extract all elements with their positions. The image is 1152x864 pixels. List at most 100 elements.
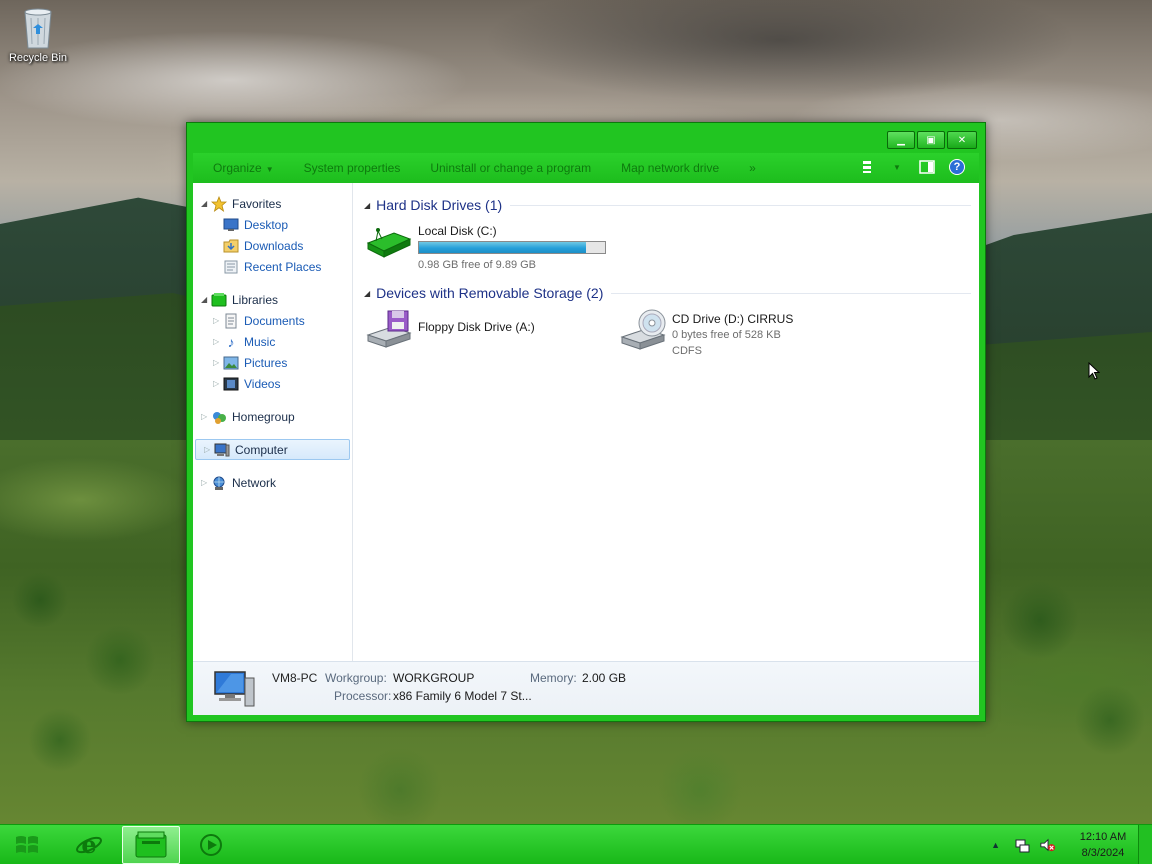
window-controls: ▁ ▣ ✕: [887, 131, 977, 149]
system-tray: ▲ 12:10 AM 8/3/2024: [991, 825, 1134, 864]
downloads-folder-icon: [223, 238, 239, 254]
hard-disk-drives-header[interactable]: ◢ Hard Disk Drives (1): [364, 195, 971, 215]
local-disk-c[interactable]: Local Disk (C:) 0.98 GB free of 9.89 GB: [364, 221, 618, 273]
floppy-drive-a[interactable]: Floppy Disk Drive (A:): [364, 309, 618, 359]
navigation-pane: ◢ Favorites Desktop Downloads Recent Pla…: [193, 183, 353, 661]
svg-text:e: e: [81, 830, 96, 859]
drive-name: Floppy Disk Drive (A:): [418, 320, 535, 334]
maximize-button[interactable]: ▣: [917, 131, 945, 149]
nav-item-downloads[interactable]: Downloads: [193, 235, 352, 256]
group-divider: [510, 204, 971, 206]
start-button[interactable]: [6, 829, 48, 861]
collapse-arrow-icon[interactable]: ◢: [364, 289, 370, 298]
taskbar-windows-explorer[interactable]: [122, 826, 180, 864]
expand-arrow-icon[interactable]: ▷: [201, 412, 211, 421]
show-hidden-icons-button[interactable]: ▲: [991, 840, 1000, 850]
volume-muted-icon[interactable]: [1040, 837, 1056, 853]
clock-date: 8/3/2024: [1081, 847, 1125, 859]
nav-item-desktop[interactable]: Desktop: [193, 214, 352, 235]
nav-item-label: Desktop: [244, 217, 289, 232]
nav-network[interactable]: ▷ Network: [193, 472, 352, 493]
expand-arrow-icon[interactable]: ▷: [213, 316, 223, 325]
cd-drive-icon: [618, 309, 668, 350]
nav-item-label: Recent Places: [244, 259, 322, 274]
removable-list: Floppy Disk Drive (A:) CD Drive (D:) CIR…: [364, 309, 971, 359]
nav-item-pictures[interactable]: ▷ Pictures: [193, 352, 352, 373]
system-properties-button[interactable]: System properties: [304, 161, 401, 175]
close-icon: ✕: [957, 134, 967, 146]
nav-item-music[interactable]: ▷ ♪ Music: [193, 331, 352, 352]
nav-item-label: Documents: [244, 313, 305, 328]
removable-storage-header[interactable]: ◢ Devices with Removable Storage (2): [364, 283, 971, 303]
expand-arrow-icon[interactable]: ▷: [213, 337, 223, 346]
nav-item-label: Pictures: [244, 355, 288, 370]
drive-name: Local Disk (C:): [418, 224, 497, 238]
videos-icon: [223, 376, 239, 392]
minimize-button[interactable]: ▁: [887, 131, 915, 149]
network-icon: [211, 475, 227, 491]
organize-button[interactable]: Organize ▼: [213, 161, 274, 175]
nav-item-documents[interactable]: ▷ Documents: [193, 310, 352, 331]
help-icon: ?: [953, 161, 961, 173]
recent-places-icon: [223, 259, 239, 275]
homegroup-icon: [211, 409, 227, 425]
collapse-arrow-icon[interactable]: ◢: [364, 201, 370, 210]
taskbar-internet-explorer[interactable]: e: [60, 826, 118, 864]
view-controls: ▼ ?: [859, 159, 965, 175]
recycle-bin-desktop-icon[interactable]: Recycle Bin: [6, 6, 70, 76]
documents-icon: [223, 313, 239, 329]
change-view-button[interactable]: [859, 159, 875, 175]
nav-network-group: ▷ Network: [193, 472, 352, 493]
clock-time: 12:10 AM: [1079, 831, 1127, 843]
maximize-icon: ▣: [926, 134, 936, 146]
organize-label: Organize: [213, 161, 262, 175]
window-titlebar[interactable]: ▁ ▣ ✕: [187, 123, 985, 153]
nav-homegroup[interactable]: ▷ Homegroup: [193, 406, 352, 427]
expand-arrow-icon[interactable]: ▷: [213, 379, 223, 388]
nav-computer[interactable]: ▷ Computer: [195, 439, 350, 460]
memory-value: 2.00 GB: [582, 671, 627, 685]
view-options-dropdown[interactable]: ▼: [889, 159, 905, 175]
cd-drive-d[interactable]: CD Drive (D:) CIRRUS 0 bytes free of 528…: [618, 309, 872, 359]
collapse-arrow-icon[interactable]: ◢: [201, 295, 211, 304]
drive-free-space: 0.98 GB free of 9.89 GB: [418, 259, 537, 271]
nav-item-recent-places[interactable]: Recent Places: [193, 256, 352, 277]
nav-homegroup-group: ▷ Homegroup: [193, 406, 352, 427]
hard-disk-drives-label: Hard Disk Drives (1): [376, 197, 503, 213]
expand-arrow-icon[interactable]: ▷: [213, 358, 223, 367]
expand-arrow-icon[interactable]: ▷: [204, 445, 214, 454]
close-button[interactable]: ✕: [947, 131, 977, 149]
nav-item-label: Videos: [244, 376, 281, 391]
taskbar-media-player[interactable]: [182, 826, 240, 864]
expand-arrow-icon[interactable]: ▷: [201, 478, 211, 487]
nav-favorites[interactable]: ◢ Favorites: [193, 193, 352, 214]
network-tray-icon[interactable]: [1014, 837, 1030, 853]
details-pane: VM8-PC Workgroup: WORKGROUP Memory: 2.00…: [193, 661, 979, 715]
map-network-drive-button[interactable]: Map network drive: [621, 161, 719, 175]
nav-libraries[interactable]: ◢ Libraries: [193, 289, 352, 310]
media-player-icon: [200, 834, 222, 856]
taskbar: e ▲ 12:10 AM 8/3/2024: [0, 824, 1152, 864]
group-divider: [611, 292, 971, 294]
preview-pane-button[interactable]: [919, 159, 935, 175]
taskbar-clock[interactable]: 12:10 AM 8/3/2024: [1072, 829, 1134, 861]
folder-icon: [135, 831, 167, 858]
drive-name: CD Drive (D:) CIRRUS: [672, 312, 794, 326]
mouse-cursor-icon: [1088, 362, 1100, 380]
libraries-icon: [211, 292, 227, 308]
uninstall-program-button[interactable]: Uninstall or change a program: [430, 161, 591, 175]
removable-storage-label: Devices with Removable Storage (2): [376, 285, 604, 301]
nav-item-videos[interactable]: ▷ Videos: [193, 373, 352, 394]
collapse-arrow-icon[interactable]: ◢: [201, 199, 211, 208]
nav-favorites-label: Favorites: [232, 196, 282, 211]
workgroup-label: Workgroup:: [325, 671, 387, 685]
processor-label: Processor:: [334, 689, 392, 703]
more-commands-button[interactable]: »: [749, 161, 756, 175]
processor-value: x86 Family 6 Model 7 St...: [393, 689, 532, 703]
explorer-window[interactable]: ▁ ▣ ✕ Organize ▼ System properties Uninst…: [186, 122, 986, 722]
internet-explorer-icon: e: [76, 830, 102, 859]
recycle-bin-label: Recycle Bin: [8, 52, 68, 64]
show-desktop-button[interactable]: [1138, 825, 1152, 864]
help-button[interactable]: ?: [949, 159, 965, 175]
drive-filesystem: CDFS: [672, 345, 702, 357]
